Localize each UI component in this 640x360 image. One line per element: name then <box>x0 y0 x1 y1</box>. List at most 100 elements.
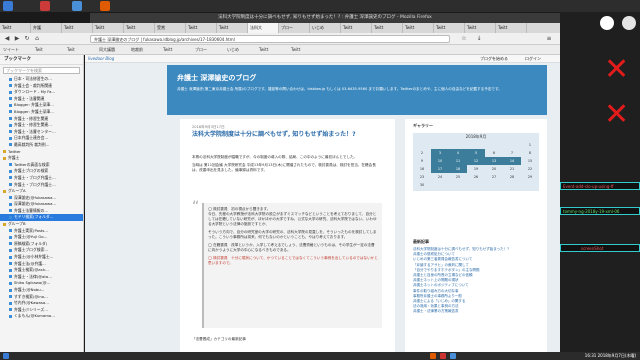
calendar-day[interactable]: 3 <box>431 149 449 157</box>
browser-tab[interactable]: ブロー <box>279 23 310 33</box>
sidebar-bookmark-item[interactable]: 弁護士・修習生関連… <box>0 122 83 129</box>
close-x-icon[interactable]: ✕ <box>604 97 629 132</box>
sidebar-bookmark-item[interactable]: 弁護士検索(@ash… <box>0 267 83 274</box>
sidebar-bookmark-item[interactable]: 弁護士法(@弁護… <box>0 261 83 268</box>
browser-tab[interactable]: いじめ <box>310 23 341 33</box>
back-icon[interactable]: ◀ <box>3 35 11 43</box>
bookmark-item[interactable]: Twitt <box>259 45 289 54</box>
sidebar-bookmark-item[interactable]: 弁護士ブログの検索 <box>0 168 83 175</box>
calendar-day[interactable]: 25 <box>449 173 467 181</box>
bookmark-item[interactable]: Twitt <box>291 45 321 54</box>
calendar-day[interactable]: 4 <box>449 149 467 157</box>
browser-tab[interactable]: Twitt <box>217 23 248 33</box>
bookmark-item[interactable]: 同大議題 <box>99 45 129 54</box>
browser-tab[interactable]: Twitt <box>62 23 93 33</box>
calendar-day[interactable]: 28 <box>503 173 521 181</box>
calendar-day[interactable]: 22 <box>521 165 539 173</box>
browser-tab[interactable]: Twitt <box>403 23 434 33</box>
calendar-day[interactable]: 23 <box>413 173 431 181</box>
sidebar-bookmark-item[interactable]: 竹内弁(@Kawasa… <box>0 300 83 307</box>
sticky-note[interactable]: Event-add-slo-up-using-ff <box>560 182 640 190</box>
calendar-day[interactable]: 1 <box>521 141 539 149</box>
bookmark-item[interactable]: 地裁前 <box>131 45 161 54</box>
app-icon[interactable] <box>40 1 50 11</box>
sidebar-bookmark-item[interactable]: Shiko Sgikawa(@… <box>0 280 83 287</box>
bookmark-item[interactable]: Twit <box>35 45 65 54</box>
sidebar-bookmark-item[interactable]: 深澤諭史(@fukasawa… <box>0 195 83 202</box>
calendar-day[interactable]: 13 <box>485 157 503 165</box>
browser-tab[interactable]: Twitt <box>496 23 527 33</box>
sidebar-bookmark-item[interactable]: 弁護士(@Nobu… <box>0 287 83 294</box>
folder-icon[interactable] <box>72 1 82 11</box>
app-icon[interactable] <box>450 353 456 359</box>
livedoor-logo[interactable]: livedoor Blog <box>88 55 114 63</box>
sidebar-bookmark-item[interactable]: 深澤諭史(@fukasawa… <box>0 201 83 208</box>
post-title[interactable]: 法科大学院制度は十分に調べもせず, 知りもせず始まった！? <box>192 131 382 139</box>
browser-tab[interactable]: Twitt <box>372 23 403 33</box>
download-icon[interactable]: ↓ <box>475 35 483 43</box>
sidebar-bookmark-item[interactable]: Blogger: 弁護士深澤… <box>0 102 83 109</box>
sidebar-bookmark-item[interactable]: モドリ検索(フォルダ… <box>0 214 83 222</box>
sidebar-bookmark-item[interactable]: 最高裁判所 裁判例… <box>0 142 83 149</box>
browser-tab[interactable]: 弁護 <box>31 23 62 33</box>
sticky-note[interactable]: tommy-ng-2018y-19-xml-06 <box>560 207 640 215</box>
calendar-day[interactable]: 24 <box>431 173 449 181</box>
login-link[interactable]: ログイン <box>525 55 541 63</box>
firefox-icon[interactable] <box>430 353 436 359</box>
blog-title[interactable]: 弁護士 深澤諭史のブログ <box>177 73 256 83</box>
recent-post-link[interactable]: 弁護士・法律業の方策報告書 <box>413 309 539 314</box>
browser-tab[interactable]: 法科大 <box>248 23 279 33</box>
calendar-day[interactable]: 18 <box>449 165 467 173</box>
sidebar-bookmark-item[interactable]: 原稿検索(フォルダ) <box>0 241 83 248</box>
bookmark-item[interactable]: Twit <box>67 45 97 54</box>
browser-tab[interactable]: Twitt <box>341 23 372 33</box>
app-launcher-icon[interactable] <box>3 1 13 11</box>
sidebar-bookmark-item[interactable]: 弁護士実家(Posts… <box>0 228 83 235</box>
calendar-day[interactable]: 7 <box>503 149 521 157</box>
bookmark-item[interactable]: Twitt <box>163 45 193 54</box>
sticky-note[interactable]: screenShot <box>560 244 640 252</box>
sidebar-bookmark-item[interactable]: 弁護士(@Yuji Go… <box>0 234 83 241</box>
calendar-day[interactable]: 15 <box>521 157 539 165</box>
sidebar-bookmark-item[interactable]: 弁護士会・裁判所関連 <box>0 83 83 90</box>
sidebar-bookmark-item[interactable]: 弁護士・ブログ弁護士… <box>0 175 83 182</box>
face-icon[interactable] <box>600 16 614 30</box>
close-x-icon[interactable]: ✕ <box>604 52 629 87</box>
browser-tab[interactable]: Twitt <box>0 23 31 33</box>
sidebar-bookmark-item[interactable]: 弁護士(Tシリーズ… <box>0 307 83 314</box>
sidebar-bookmark-item[interactable]: Twitterの真面な検索 <box>0 162 83 169</box>
sidebar-bookmark-item[interactable]: すずき検索(@ino… <box>0 294 83 301</box>
calendar-day[interactable]: 6 <box>485 149 503 157</box>
browser-tab[interactable]: 受賞 <box>155 23 186 33</box>
browser-tab[interactable]: Twitt <box>186 23 217 33</box>
sidebar-bookmark-item[interactable]: グループB <box>0 221 83 228</box>
browser-tab[interactable]: Twitt <box>434 23 465 33</box>
calendar-day[interactable]: 9 <box>413 157 431 165</box>
sidebar-bookmark-item[interactable]: グループA <box>0 188 83 195</box>
calendar-day[interactable]: 16 <box>413 165 431 173</box>
reload-icon[interactable]: ↻ <box>23 35 31 43</box>
sidebar-bookmark-item[interactable]: 弁護士ブログ検索… <box>0 247 83 254</box>
bookmark-item[interactable]: ブロー <box>195 45 225 54</box>
calendar-day[interactable]: 17 <box>431 165 449 173</box>
bookmark-item[interactable]: いじめ <box>227 45 257 54</box>
home-icon[interactable]: ⌂ <box>33 35 41 43</box>
face-icon[interactable] <box>622 16 636 30</box>
calendar-day[interactable]: 27 <box>485 173 503 181</box>
browser-tab[interactable]: Twitt <box>93 23 124 33</box>
sidebar-bookmark-item[interactable]: 弁護士法曹情報の… <box>0 208 83 215</box>
calendar-day[interactable]: 10 <box>431 157 449 165</box>
calendar-day[interactable]: 29 <box>521 173 539 181</box>
start-icon[interactable] <box>3 353 9 359</box>
calendar-day[interactable]: 30 <box>413 181 431 189</box>
sidebar-bookmark-item[interactable]: 弁護士・ブログ弁護士… <box>0 182 83 189</box>
star-icon[interactable]: ☆ <box>460 35 468 43</box>
firefox-icon[interactable] <box>100 1 110 11</box>
sidebar-bookmark-item[interactable]: 日本弁護士連合会… <box>0 135 83 142</box>
sidebar-bookmark-item[interactable]: ダウンロード - My Fa… <box>0 89 83 96</box>
bookmark-search-input[interactable]: ブックマークを検索 <box>3 67 80 74</box>
calendar-day[interactable]: 2 <box>413 149 431 157</box>
sidebar-bookmark-item[interactable]: 弁護士・修習生関連 <box>0 116 83 123</box>
sidebar-bookmark-item[interactable]: 日本・司法修習生の… <box>0 76 83 83</box>
sidebar-bookmark-item[interactable]: Blogger: 弁護士深澤… <box>0 109 83 116</box>
